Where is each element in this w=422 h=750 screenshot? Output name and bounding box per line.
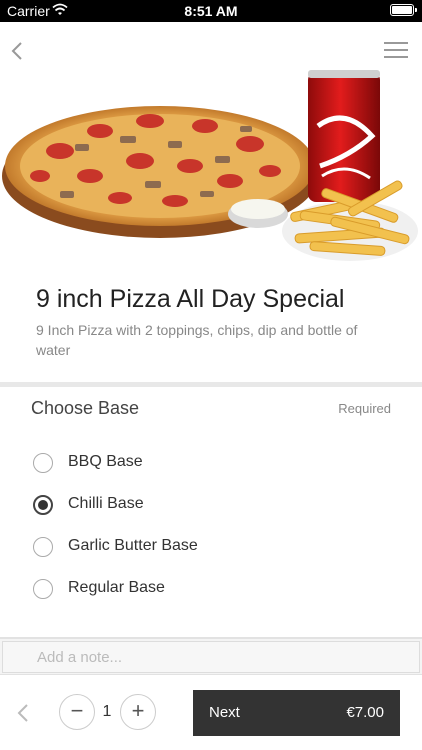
note-input[interactable] [2, 641, 420, 673]
battery-icon [390, 4, 417, 16]
back-chevron-icon[interactable] [15, 702, 33, 724]
hamburger-menu-icon[interactable] [384, 42, 408, 60]
option-label: Chilli Base [68, 495, 144, 512]
option-chilli-base[interactable]: Chilli Base [33, 491, 393, 519]
option-regular-base[interactable]: Regular Base [33, 575, 393, 603]
next-button[interactable]: Next €7.00 [193, 690, 400, 736]
radio-button[interactable] [33, 579, 53, 599]
option-garlic-butter-base[interactable]: Garlic Butter Base [33, 533, 393, 561]
option-bbq-base[interactable]: BBQ Base [33, 449, 393, 477]
product-image [2, 70, 418, 261]
product-title: 9 inch Pizza All Day Special [36, 285, 345, 313]
decrease-quantity-button[interactable]: − [59, 694, 95, 730]
section-divider [0, 382, 422, 387]
next-label: Next [209, 704, 240, 721]
radio-button-selected[interactable] [33, 495, 53, 515]
product-description: 9 Inch Pizza with 2 toppings, chips, dip… [36, 322, 358, 358]
option-label: BBQ Base [68, 453, 143, 470]
section-title: Choose Base [31, 398, 140, 418]
clock: 8:51 AM [184, 3, 238, 19]
increase-quantity-button[interactable]: + [120, 694, 156, 730]
price-label: €7.00 [346, 704, 384, 721]
back-chevron-icon[interactable] [8, 40, 28, 62]
option-label: Garlic Butter Base [68, 537, 198, 554]
required-label: Required [338, 401, 391, 416]
radio-button[interactable] [33, 453, 53, 473]
note-area [0, 637, 422, 675]
radio-button[interactable] [33, 537, 53, 557]
option-label: Regular Base [68, 579, 165, 596]
quantity-value: 1 [102, 703, 112, 720]
status-bar: Carrier 8:51 AM [0, 0, 422, 22]
